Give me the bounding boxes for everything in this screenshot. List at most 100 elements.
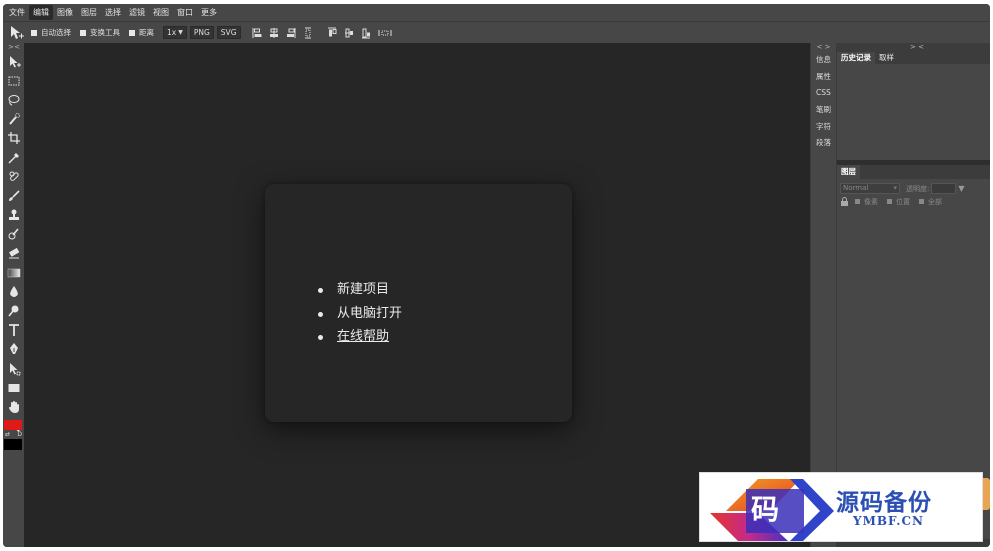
export-svg-button[interactable]: SVG <box>216 26 241 39</box>
photopea-app: 文件 编辑 图像 图层 选择 滤镜 视图 窗口 更多 自动选择 变换工具 距离 … <box>3 4 990 547</box>
checkbox-box <box>887 199 892 204</box>
default-colors-button[interactable]: D <box>17 431 22 438</box>
lock-pixels-checkbox[interactable]: 像素 <box>855 197 878 207</box>
distribute-h-icon[interactable] <box>378 27 392 39</box>
history-list[interactable] <box>837 64 990 160</box>
lock-all-label: 全部 <box>928 197 942 206</box>
chevron-down-icon[interactable]: ▼ <box>958 184 964 193</box>
toolbar-collapse-button[interactable]: > < <box>3 43 24 52</box>
background-color-swatch[interactable] <box>4 439 22 450</box>
new-project-label: 新建项目 <box>337 282 390 297</box>
side-tabs-collapse-button[interactable]: < > <box>811 43 836 52</box>
menu-bar: 文件 编辑 图像 图层 选择 滤镜 视图 窗口 更多 <box>3 4 990 21</box>
online-help-link[interactable]: 在线帮助 <box>318 325 402 349</box>
tab-layers[interactable]: 图层 <box>837 165 860 179</box>
lock-position-checkbox[interactable]: 位置 <box>887 197 910 207</box>
lock-position-label: 位置 <box>896 197 910 206</box>
tab-swatches[interactable]: 取样 <box>875 52 898 64</box>
layers-tabs: 图层 <box>837 165 990 179</box>
eyedropper-tool-icon[interactable] <box>3 148 24 167</box>
eraser-tool-icon[interactable] <box>3 244 24 263</box>
hand-tool-icon[interactable] <box>3 397 24 416</box>
pen-tool-icon[interactable] <box>3 340 24 359</box>
type-tool-icon[interactable] <box>3 321 24 340</box>
opacity-label: 透明度: <box>906 184 930 193</box>
menu-window[interactable]: 窗口 <box>173 5 197 20</box>
color-controls: ⇄ D <box>3 431 24 438</box>
auto-select-label: 自动选择 <box>41 28 71 37</box>
lasso-tool-icon[interactable] <box>3 90 24 109</box>
canvas-area[interactable]: 新建项目 从电脑打开 在线帮助 <box>24 43 810 547</box>
tab-brush[interactable]: 笔刷 <box>811 102 836 119</box>
options-bar: 自动选择 变换工具 距离 1x ▼ PNG SVG <box>3 21 990 43</box>
blur-tool-icon[interactable] <box>3 282 24 301</box>
brush-tool-icon[interactable] <box>3 186 24 205</box>
start-menu-list: 新建项目 从电脑打开 在线帮助 <box>318 278 402 349</box>
align-middle-v-icon[interactable] <box>344 27 354 39</box>
path-select-tool-icon[interactable] <box>3 359 24 378</box>
orange-edge-tab <box>983 478 990 510</box>
scale-select[interactable]: 1x ▼ <box>163 26 187 39</box>
auto-select-checkbox[interactable]: 自动选择 <box>31 27 71 38</box>
watermark-subtitle: YMBF.CN <box>853 514 925 528</box>
layer-lock-row: 像素 位置 全部 <box>837 195 990 207</box>
crop-tool-icon[interactable] <box>3 129 24 148</box>
menu-edit[interactable]: 编辑 <box>29 5 53 20</box>
menu-image[interactable]: 图像 <box>53 5 77 20</box>
right-panel-collapse-button[interactable]: > < <box>837 43 990 52</box>
layer-options: Normal 透明度: ▼ <box>837 179 990 195</box>
menu-layer[interactable]: 图层 <box>77 5 101 20</box>
checkbox-box <box>129 29 135 36</box>
align-bottom-icon[interactable] <box>361 27 371 39</box>
open-from-computer-label: 从电脑打开 <box>337 305 403 321</box>
watermark-char: 码 <box>751 493 780 526</box>
foreground-color-swatch[interactable] <box>4 420 22 430</box>
gradient-tool-icon[interactable] <box>3 263 24 282</box>
menu-filter[interactable]: 滤镜 <box>125 5 149 20</box>
tab-info[interactable]: 信息 <box>811 52 836 69</box>
checkbox-box <box>80 29 86 36</box>
open-from-computer-link[interactable]: 从电脑打开 <box>318 302 402 326</box>
distance-checkbox[interactable]: 距离 <box>129 27 154 38</box>
lock-all-checkbox[interactable]: 全部 <box>919 197 942 207</box>
shape-tool-icon[interactable] <box>3 378 24 397</box>
quick-select-tool-icon[interactable] <box>3 110 24 129</box>
lock-pixels-label: 像素 <box>864 197 878 206</box>
transform-tools-checkbox[interactable]: 变换工具 <box>80 27 120 38</box>
watermark-title: 源码备份 <box>836 489 932 516</box>
watermark-banner: 码 源码备份 YMBF.CN <box>699 472 983 542</box>
align-center-h-icon[interactable] <box>269 27 279 39</box>
checkbox-box <box>855 199 860 204</box>
menu-select[interactable]: 选择 <box>101 5 125 20</box>
chevron-down-icon: ▼ <box>178 29 183 36</box>
lock-icon <box>840 197 849 206</box>
swap-colors-icon[interactable]: ⇄ <box>5 431 10 438</box>
start-dialog: 新建项目 从电脑打开 在线帮助 <box>265 184 572 422</box>
export-png-button[interactable]: PNG <box>189 26 214 39</box>
transform-tools-label: 变换工具 <box>90 28 120 37</box>
move-tool-icon[interactable] <box>3 52 24 71</box>
align-left-icon[interactable] <box>252 27 262 39</box>
distribute-v-icon[interactable] <box>303 27 313 39</box>
blend-mode-select[interactable]: Normal <box>840 183 900 194</box>
history-brush-tool-icon[interactable] <box>3 225 24 244</box>
tab-paragraph[interactable]: 段落 <box>811 135 836 152</box>
tab-history[interactable]: 历史记录 <box>837 52 875 64</box>
checkbox-box <box>31 29 37 36</box>
marquee-tool-icon[interactable] <box>3 71 24 90</box>
move-tool-icon[interactable] <box>7 24 25 42</box>
dodge-tool-icon[interactable] <box>3 301 24 320</box>
healing-tool-icon[interactable] <box>3 167 24 186</box>
new-project-link[interactable]: 新建项目 <box>318 278 402 302</box>
menu-view[interactable]: 视图 <box>149 5 173 20</box>
menu-more[interactable]: 更多 <box>197 5 221 20</box>
tab-character[interactable]: 字符 <box>811 119 836 136</box>
history-tabs: 历史记录 取样 <box>837 52 990 64</box>
menu-file[interactable]: 文件 <box>5 5 29 20</box>
tab-css[interactable]: CSS <box>811 85 836 102</box>
tab-properties[interactable]: 属性 <box>811 69 836 86</box>
align-right-icon[interactable] <box>286 27 296 39</box>
stamp-tool-icon[interactable] <box>3 206 24 225</box>
opacity-input[interactable] <box>931 183 957 194</box>
align-top-icon[interactable] <box>327 27 337 39</box>
